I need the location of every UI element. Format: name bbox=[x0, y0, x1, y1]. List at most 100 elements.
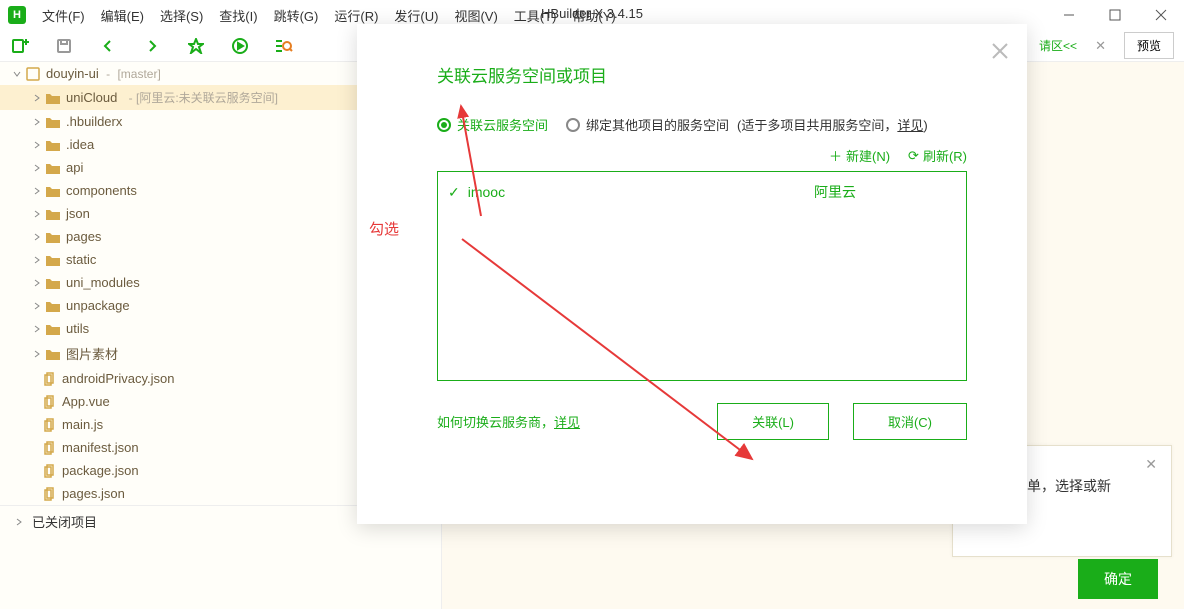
chevron-down-icon[interactable] bbox=[10, 69, 24, 79]
radio-label: 绑定其他项目的服务空间 bbox=[586, 115, 729, 134]
node-label: uni_modules bbox=[66, 275, 140, 290]
dialog-close-icon[interactable] bbox=[991, 42, 1009, 63]
dialog-footer: 如何切换云服务商，详见 关联(L) 取消(C) bbox=[437, 403, 967, 440]
folder-icon bbox=[46, 231, 60, 243]
play-icon[interactable] bbox=[230, 36, 250, 56]
chevron-right-icon[interactable] bbox=[30, 349, 44, 359]
chevron-right-icon[interactable] bbox=[30, 117, 44, 127]
confirm-button[interactable]: 确定 bbox=[1078, 559, 1158, 599]
list-item[interactable]: ✓ imooc 阿里云 bbox=[438, 172, 966, 212]
node-label: main.js bbox=[62, 417, 103, 432]
file-icon bbox=[44, 372, 56, 386]
file-icon bbox=[44, 464, 56, 478]
node-label: json bbox=[66, 206, 90, 221]
dialog-title: 关联云服务空间或项目 bbox=[437, 62, 997, 87]
minimize-button[interactable] bbox=[1046, 0, 1092, 30]
folder-icon bbox=[46, 300, 60, 312]
radio-checked-icon bbox=[437, 118, 451, 132]
chevron-right-icon[interactable] bbox=[30, 301, 44, 311]
app-logo-icon: H bbox=[8, 6, 26, 24]
node-label: api bbox=[66, 160, 83, 175]
app-title: HBuilder X 3.4.15 bbox=[541, 6, 643, 21]
window-controls bbox=[1046, 0, 1184, 30]
list-actions: ＋新建(N) ⟳刷新(R) bbox=[387, 146, 967, 165]
project-name: douyin-ui bbox=[46, 66, 99, 81]
file-icon bbox=[44, 418, 56, 432]
project-branch-name: [master] bbox=[117, 67, 160, 81]
chevron-right-icon[interactable] bbox=[30, 163, 44, 173]
folder-icon bbox=[46, 348, 60, 360]
maximize-button[interactable] bbox=[1092, 0, 1138, 30]
node-label: package.json bbox=[62, 463, 139, 478]
folder-icon bbox=[46, 254, 60, 266]
project-icon bbox=[26, 67, 40, 81]
input-area-label[interactable]: 请区<< bbox=[1039, 37, 1077, 54]
plus-icon: ＋ bbox=[829, 146, 842, 165]
folder-icon bbox=[46, 139, 60, 151]
item-provider: 阿里云 bbox=[814, 182, 906, 202]
project-branch: - bbox=[103, 67, 114, 81]
cloud-space-list[interactable]: ✓ imooc 阿里云 bbox=[437, 171, 967, 381]
radio-label: 关联云服务空间 bbox=[457, 115, 548, 134]
folder-icon bbox=[46, 185, 60, 197]
folder-icon bbox=[46, 162, 60, 174]
radio-bind-other[interactable]: 绑定其他项目的服务空间 bbox=[566, 115, 729, 134]
chevron-right-icon[interactable] bbox=[30, 255, 44, 265]
node-label: manifest.json bbox=[62, 440, 139, 455]
node-label: androidPrivacy.json bbox=[62, 371, 174, 386]
refresh-icon: ⟳ bbox=[908, 148, 919, 164]
preview-button[interactable]: 预览 bbox=[1124, 32, 1174, 59]
menu-goto[interactable]: 跳转(G) bbox=[268, 4, 325, 27]
switch-provider-link[interactable]: 如何切换云服务商，详见 bbox=[437, 412, 580, 431]
search-icon[interactable] bbox=[274, 36, 294, 56]
new-button[interactable]: ＋新建(N) bbox=[829, 146, 890, 165]
menu-find[interactable]: 查找(I) bbox=[213, 4, 263, 27]
radio-unchecked-icon bbox=[566, 118, 580, 132]
node-label: .idea bbox=[66, 137, 94, 152]
menu-file[interactable]: 文件(F) bbox=[36, 4, 91, 27]
node-label: pages bbox=[66, 229, 101, 244]
chevron-right-icon[interactable] bbox=[30, 278, 44, 288]
file-icon bbox=[44, 395, 56, 409]
chevron-right-icon[interactable] bbox=[30, 93, 44, 103]
refresh-button[interactable]: ⟳刷新(R) bbox=[908, 146, 967, 165]
unicloud-status: - [阿里云:未关联云服务空间] bbox=[129, 89, 278, 106]
radio-hint: (适于多项目共用服务空间，详见) bbox=[737, 115, 928, 134]
details-link[interactable]: 详见 bbox=[897, 118, 923, 133]
chevron-right-icon[interactable] bbox=[12, 517, 26, 527]
save-icon[interactable] bbox=[54, 36, 74, 56]
back-icon[interactable] bbox=[98, 36, 118, 56]
node-label: App.vue bbox=[62, 394, 110, 409]
closed-projects-label: 已关闭项目 bbox=[32, 512, 97, 531]
folder-icon bbox=[46, 116, 60, 128]
node-label: utils bbox=[66, 321, 89, 336]
new-file-icon[interactable] bbox=[10, 36, 30, 56]
node-suffix bbox=[121, 91, 124, 105]
chevron-right-icon[interactable] bbox=[30, 140, 44, 150]
file-icon bbox=[44, 487, 56, 501]
cancel-button[interactable]: 取消(C) bbox=[853, 403, 967, 440]
folder-icon bbox=[46, 323, 60, 335]
radio-link-space[interactable]: 关联云服务空间 bbox=[437, 115, 548, 134]
folder-icon bbox=[46, 92, 60, 104]
close-input-area-icon[interactable]: ✕ bbox=[1087, 38, 1114, 54]
menu-edit[interactable]: 编辑(E) bbox=[95, 4, 150, 27]
menu-select[interactable]: 选择(S) bbox=[154, 4, 209, 27]
link-button[interactable]: 关联(L) bbox=[717, 403, 829, 440]
star-icon[interactable] bbox=[186, 36, 206, 56]
chevron-right-icon[interactable] bbox=[30, 209, 44, 219]
node-label: 图片素材 bbox=[66, 344, 118, 363]
node-label: uniCloud bbox=[66, 90, 117, 105]
hint-text: 菜单，选择或新 bbox=[1013, 476, 1111, 496]
chevron-right-icon[interactable] bbox=[30, 324, 44, 334]
item-name: imooc bbox=[468, 184, 505, 200]
forward-icon[interactable] bbox=[142, 36, 162, 56]
node-label: pages.json bbox=[62, 486, 125, 501]
chevron-right-icon[interactable] bbox=[30, 232, 44, 242]
file-icon bbox=[44, 441, 56, 455]
node-label: unpackage bbox=[66, 298, 130, 313]
node-label: components bbox=[66, 183, 137, 198]
close-window-button[interactable] bbox=[1138, 0, 1184, 30]
hint-close-icon[interactable]: ✕ bbox=[1145, 456, 1157, 473]
chevron-right-icon[interactable] bbox=[30, 186, 44, 196]
